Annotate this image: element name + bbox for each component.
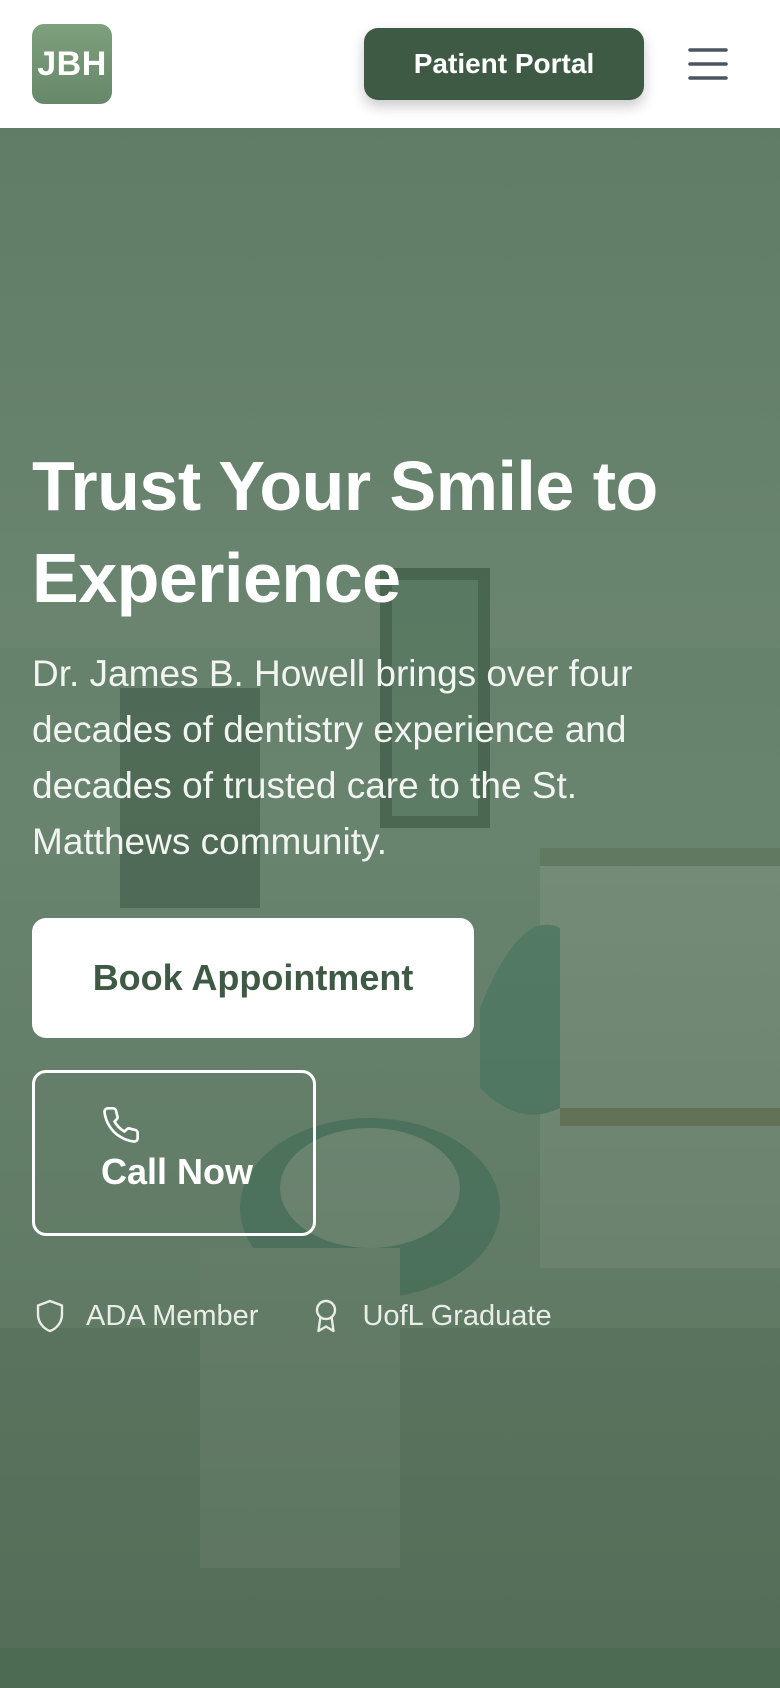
credential-badges: ADA Member UofL Graduate bbox=[32, 1296, 602, 1336]
phone-icon bbox=[103, 1107, 140, 1143]
badge-label: ADA Member bbox=[86, 1299, 259, 1332]
badge-uofl-graduate: UofL Graduate bbox=[308, 1298, 552, 1334]
call-now-label: Call Now bbox=[101, 1151, 254, 1192]
bottom-section-edge bbox=[0, 1648, 780, 1688]
hero-title: Trust Your Smile to Experience bbox=[32, 440, 752, 624]
hero-description: Dr. James B. Howell brings over four dec… bbox=[32, 653, 633, 862]
hero-title-line2: Experience bbox=[32, 539, 401, 617]
award-ribbon-icon bbox=[316, 1299, 337, 1333]
hero-section: Trust Your Smile to Experience Dr. James… bbox=[0, 128, 780, 1648]
site-header: JBH Patient Portal bbox=[0, 0, 780, 128]
patient-portal-button[interactable]: Patient Portal bbox=[364, 28, 644, 100]
call-now-button[interactable]: Call Now bbox=[32, 1070, 316, 1236]
badge-ada-member: ADA Member bbox=[32, 1298, 258, 1334]
badge-label: UofL Graduate bbox=[362, 1299, 552, 1332]
hero-title-line1: Trust Your Smile to bbox=[32, 447, 658, 525]
logo[interactable]: JBH bbox=[32, 24, 112, 104]
book-appointment-button[interactable]: Book Appointment bbox=[32, 918, 474, 1038]
hamburger-menu-icon[interactable] bbox=[684, 40, 732, 88]
shield-icon bbox=[36, 1299, 64, 1333]
